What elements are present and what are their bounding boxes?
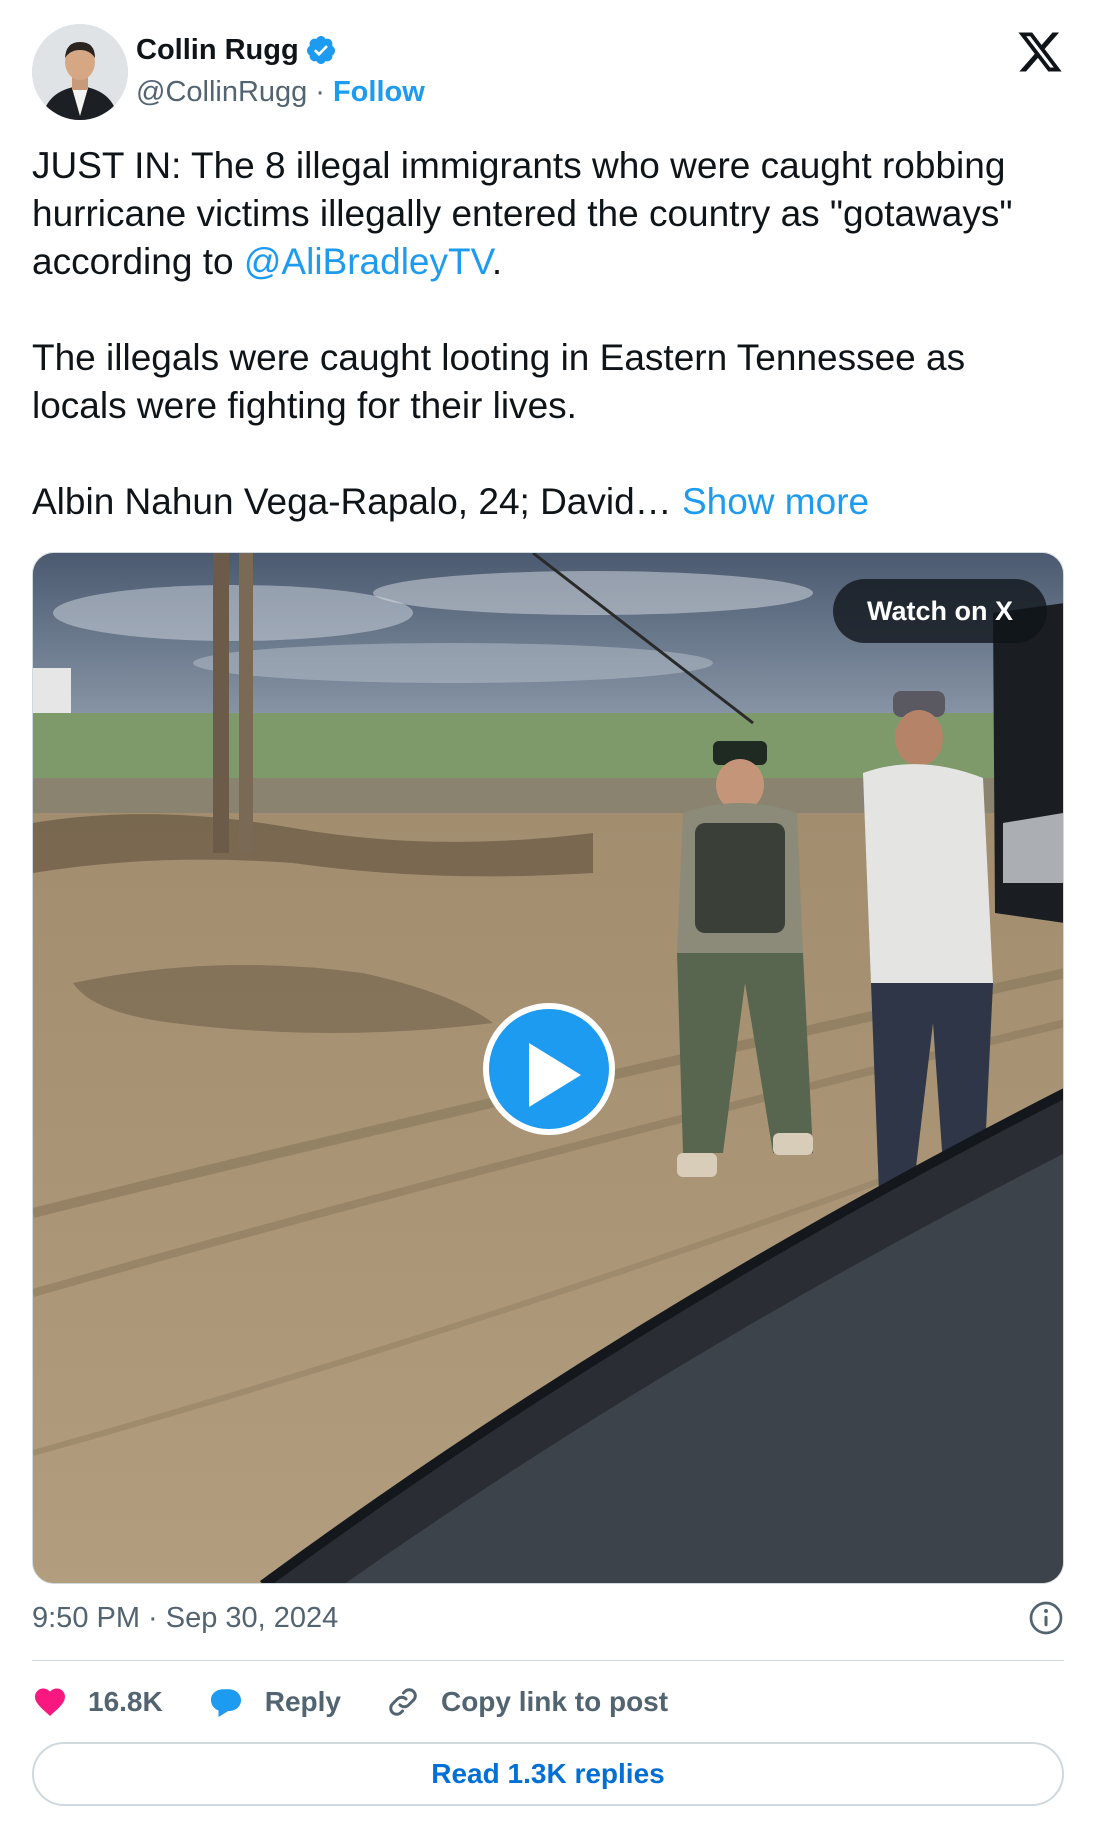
play-icon [529,1043,581,1107]
copy-link-button[interactable]: Copy link to post [385,1684,668,1720]
tweet-card: Collin Rugg @CollinRugg · Follow JUST IN… [0,0,1096,1838]
tweet-paragraph-2: The illegals were caught looting in East… [32,337,966,426]
tweet-paragraph-3: Albin Nahun Vega-Rapalo, 24; David… Show… [32,478,1064,526]
show-more-link[interactable]: Show more [682,481,869,522]
copy-link-label: Copy link to post [440,1686,669,1717]
like-count: 16.8K [88,1686,163,1717]
like-button[interactable]: 16.8K [32,1684,163,1720]
handle[interactable]: @CollinRugg [136,76,307,109]
display-name[interactable]: Collin Rugg [136,34,299,67]
verified-badge-icon [305,34,337,66]
link-icon [385,1684,421,1720]
action-bar: 16.8K Reply Copy link to post [32,1676,712,1728]
avatar[interactable] [32,24,128,120]
heart-icon [32,1684,68,1720]
reply-label: Reply [264,1686,341,1717]
play-button[interactable] [483,1003,615,1135]
mention-link[interactable]: @AliBradleyTV [244,241,492,282]
info-icon[interactable] [1028,1600,1064,1636]
read-replies-button[interactable]: Read 1.3K replies [32,1742,1064,1806]
follow-button[interactable]: Follow [333,76,425,109]
watch-on-x-button[interactable]: Watch on X [833,579,1047,643]
tweet-text: JUST IN: The 8 illegal immigrants who we… [32,142,1064,526]
tweet-header: Collin Rugg @CollinRugg · Follow [32,24,1064,120]
divider [32,1660,1064,1661]
tweet-text-1-end: . [491,241,503,282]
avatar-image [32,24,128,120]
tweet-text-1: JUST IN: The 8 illegal immigrants who we… [32,145,1013,282]
separator: · [315,75,325,108]
name-row: Collin Rugg [136,32,337,68]
video-player[interactable]: Watch on X [32,552,1064,1584]
handle-row: @CollinRugg · Follow [136,74,425,110]
reply-button[interactable]: Reply [207,1684,341,1720]
tweet-paragraph-1: JUST IN: The 8 illegal immigrants who we… [32,142,1064,286]
reply-icon [207,1684,245,1720]
meta-row: 9:50 PM · Sep 30, 2024 [32,1596,1064,1640]
x-logo-icon[interactable] [1016,28,1064,76]
timestamp[interactable]: 9:50 PM · Sep 30, 2024 [32,1602,338,1635]
tweet-text-3: Albin Nahun Vega-Rapalo, 24; David… [32,481,672,522]
